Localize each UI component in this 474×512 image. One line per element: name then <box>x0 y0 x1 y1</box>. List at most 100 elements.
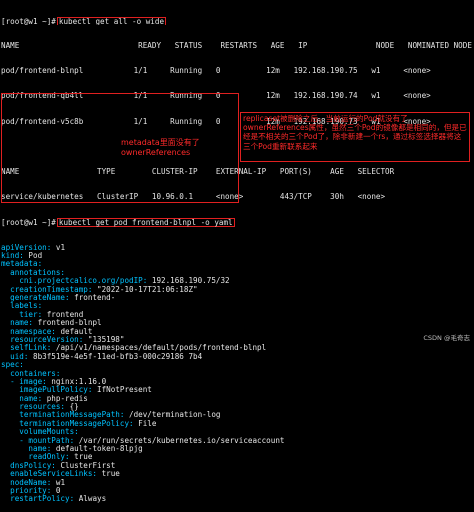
yaml-line: restartPolicy: Always <box>1 495 473 503</box>
yaml-value: nginx:1.16.0 <box>46 377 107 386</box>
yaml-line: readOnly: true <box>1 453 473 461</box>
yaml-key: uid: <box>1 352 29 361</box>
yaml-key: - image: <box>1 377 47 386</box>
yaml-key: annotations: <box>1 268 66 277</box>
yaml-value: Always <box>74 495 107 504</box>
yaml-key: volumeMounts: <box>1 428 79 437</box>
yaml-key: enableServiceLinks: <box>1 470 98 479</box>
yaml-value: Pod <box>23 252 43 261</box>
yaml-key: creationTimestamp: <box>1 285 93 294</box>
yaml-line: tier: frontend <box>1 311 473 319</box>
metadata-annotation: metadata里面没有了ownerReferences <box>121 138 200 157</box>
yaml-value: IfNotPresent <box>92 386 152 395</box>
pods-table-header: NAME READY STATUS RESTARTS AGE IP NODE N… <box>1 42 472 51</box>
yaml-key: terminationMessagePath: <box>1 411 125 420</box>
yaml-key: restartPolicy: <box>1 495 75 504</box>
yaml-key: - mountPath: <box>1 436 75 445</box>
yaml-value: frontend- <box>69 293 116 302</box>
explanation-annotation: replicaset被删除之后，当前运行的Pod就没有了ownerReferen… <box>243 114 467 151</box>
yaml-value: /api/v1/namespaces/default/pods/frontend… <box>51 344 267 353</box>
shell-prompt: [root@w1 ~]# <box>1 218 56 227</box>
yaml-key: terminationMessagePolicy: <box>1 419 134 428</box>
yaml-key: name: <box>1 445 52 454</box>
yaml-line: - image: nginx:1.16.0 <box>1 378 473 386</box>
yaml-value: default-token-8lpjg <box>51 445 143 454</box>
yaml-line: annotations: <box>1 269 473 277</box>
yaml-line: terminationMessagePath: /dev/termination… <box>1 411 473 419</box>
yaml-key: dnsPolicy: <box>1 461 56 470</box>
yaml-line: selfLink: /api/v1/namespaces/default/pod… <box>1 344 473 352</box>
yaml-value: true <box>97 470 120 479</box>
yaml-value: File <box>133 419 157 428</box>
yaml-value: php-redis <box>42 394 88 403</box>
yaml-line: uid: 8b3f519e-4e5f-11ed-bfb3-000c29186 7… <box>1 353 473 361</box>
yaml-line: creationTimestamp: "2022-10-17T21:06:18Z… <box>1 286 473 294</box>
yaml-line: apiVersion: v1 <box>1 244 473 252</box>
yaml-value: true <box>69 453 93 462</box>
yaml-value: default <box>55 327 93 336</box>
yaml-key: kind: <box>1 252 24 261</box>
yaml-key: selfLink: <box>1 344 52 353</box>
yaml-key: cni.projectcalico.org/podIP: <box>1 277 148 286</box>
pod-row: pod/frontend-blnpl 1/1 Running 0 12m 192… <box>1 67 473 76</box>
yaml-key: metadata: <box>1 260 43 269</box>
yaml-key: namespace: <box>1 327 56 336</box>
yaml-line: resourceVersion: "135198" <box>1 336 473 344</box>
command-get-all: kubectl get all -o wide <box>56 16 167 26</box>
yaml-key: containers: <box>1 369 61 378</box>
yaml-key: spec: <box>1 361 24 370</box>
watermark: CSDN @毛奇志 <box>423 333 470 342</box>
yaml-value: /var/run/secrets/kubernetes.io/serviceac… <box>74 436 285 445</box>
yaml-value: w1 <box>51 478 66 487</box>
command-line-1: [root@w1 ~]# kubectl get all -o wide <box>1 16 473 26</box>
yaml-line: terminationMessagePolicy: File <box>1 420 473 428</box>
yaml-key: readOnly: <box>1 453 70 462</box>
yaml-line: - mountPath: /var/run/secrets/kubernetes… <box>1 437 473 445</box>
command-get-pod-yaml: kubectl get pod frontend-blnpl -o yaml <box>56 218 235 227</box>
yaml-line: dnsPolicy: ClusterFirst <box>1 462 473 470</box>
yaml-value: "135198" <box>83 335 125 344</box>
yaml-line: name: php-redis <box>1 395 473 403</box>
yaml-value: "2022-10-17T21:06:18Z" <box>92 285 198 294</box>
yaml-value: {} <box>65 403 79 412</box>
yaml-line: spec: <box>1 361 473 369</box>
yaml-value: frontend <box>42 310 84 319</box>
yaml-key: tier: <box>1 310 43 319</box>
yaml-line: imagePullPolicy: IfNotPresent <box>1 386 473 394</box>
yaml-value: v1 <box>51 243 66 252</box>
yaml-value: 0 <box>51 486 61 495</box>
yaml-key: resources: <box>1 403 66 412</box>
yaml-line: enableServiceLinks: true <box>1 470 473 478</box>
yaml-value: 192.168.190.75/32 <box>147 277 230 286</box>
yaml-line: labels: <box>1 302 473 310</box>
yaml-key: labels: <box>1 302 43 311</box>
yaml-line: namespace: default <box>1 328 473 336</box>
yaml-line: volumeMounts: <box>1 428 473 436</box>
yaml-value: ClusterFirst <box>55 461 116 470</box>
yaml-key: nodeName: <box>1 478 52 487</box>
yaml-line: kind: Pod <box>1 252 473 260</box>
yaml-line: metadata: <box>1 260 473 268</box>
yaml-key: generateName: <box>1 293 70 302</box>
yaml-key: imagePullPolicy: <box>1 386 93 395</box>
yaml-key: priority: <box>1 486 52 495</box>
yaml-key: resourceVersion: <box>1 335 84 344</box>
yaml-line: priority: 0 <box>1 487 473 495</box>
yaml-value: /dev/termination-log <box>124 411 221 420</box>
yaml-line: cni.projectcalico.org/podIP: 192.168.190… <box>1 277 473 285</box>
shell-prompt: [root@w1 ~]# <box>1 16 56 26</box>
yaml-line: name: frontend-blnpl <box>1 319 473 327</box>
yaml-line: containers: <box>1 370 473 378</box>
yaml-value: 8b3f519e-4e5f-11ed-bfb3-000c29186 7b4 <box>28 352 203 361</box>
yaml-value: frontend-blnpl <box>33 319 102 328</box>
yaml-key: apiVersion: <box>1 243 52 252</box>
yaml-key: name: <box>1 319 34 328</box>
command-line-2: [root@w1 ~]# kubectl get pod frontend-bln… <box>1 218 473 227</box>
yaml-line: name: default-token-8lpjg <box>1 445 473 453</box>
terminal-output: [root@w1 ~]# kubectl get all -o wide NAME… <box>1 0 473 512</box>
yaml-line: resources: {} <box>1 403 473 411</box>
yaml-key: name: <box>1 394 43 403</box>
yaml-output: apiVersion: v1 kind: Pod metadata: annotat… <box>1 244 473 504</box>
yaml-line: generateName: frontend- <box>1 294 473 302</box>
yaml-line: nodeName: w1 <box>1 479 473 487</box>
